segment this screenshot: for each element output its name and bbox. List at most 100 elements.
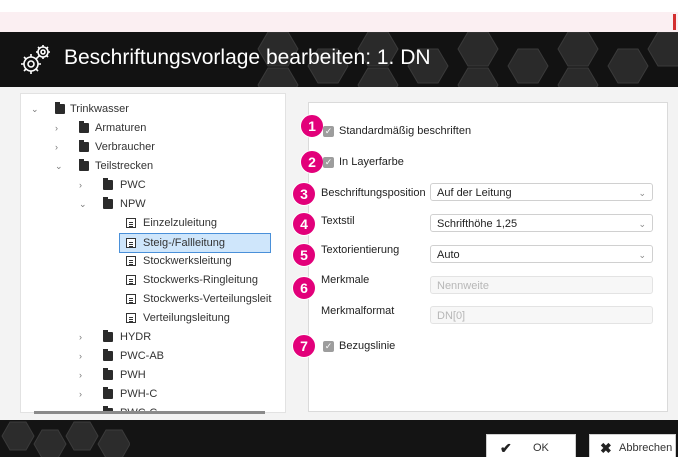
badge-3: 3 [292,182,316,206]
dialog-content: ⌄ Trinkwasser › Armaturen › Verbraucher … [0,87,678,420]
tree-item-label: Steig-/Fallleitung [143,237,225,249]
ok-button[interactable]: ✔ OK [486,434,576,457]
chevron-right-icon[interactable]: › [79,347,89,365]
chevron-down-icon[interactable]: ⌄ [31,100,41,118]
textstil-label: Textstil [321,215,355,227]
badge-7: 7 [292,334,316,358]
chevron-down-icon: ⌄ [638,250,646,260]
chevron-right-icon[interactable]: › [55,119,65,137]
tree-item-label: NPW [120,198,146,210]
tree-item-pwh[interactable]: › PWH [21,366,281,384]
folder-icon [103,178,113,190]
badge-6: 6 [292,276,316,300]
bezugslinie-label: Bezugslinie [339,340,396,352]
cancel-button[interactable]: ✖ Abbrechen [589,434,676,457]
tree-item-verbraucher[interactable]: › Verbraucher [21,138,281,156]
document-icon [126,313,136,323]
tree-item-label: PWH-C [120,388,158,400]
tree-item-pwh-c[interactable]: › PWH-C [21,385,281,403]
folder-icon [103,349,113,361]
chevron-right-icon[interactable]: › [79,176,89,194]
standard-label: Standardmäßig beschriften [339,125,472,137]
tree-item-label: HYDR [120,331,152,343]
tree-item-einzelzuleitung[interactable]: Einzelzuleitung [21,214,281,232]
layerfarbe-label: In Layerfarbe [339,156,404,168]
badge-4: 4 [292,212,316,236]
layerfarbe-checkbox[interactable]: ✓ [323,157,334,168]
textstil-select[interactable]: Schrifthöhe 1,25 ⌄ [430,214,653,232]
settings-panel: 1 ✓ Standardmäßig beschriften 2 ✓ In Lay… [292,93,676,412]
folder-open-icon [103,197,113,209]
folder-icon [103,387,113,399]
tree-item-hydr[interactable]: › HYDR [21,328,281,346]
tree-item-armaturen[interactable]: › Armaturen [21,119,281,137]
tree-item-teilstrecken[interactable]: ⌄ Teilstrecken [21,157,281,175]
top-strip-marker [673,14,676,30]
chevron-down-icon[interactable]: ⌄ [79,195,89,213]
chevron-right-icon[interactable]: › [79,328,89,346]
tree-item-stockwerksleitung[interactable]: Stockwerksleitung [21,252,281,270]
dialog-title: Beschriftungsvorlage bearbeiten: 1. DN [64,46,431,69]
tree-item-npw[interactable]: ⌄ NPW [21,195,281,213]
folder-icon [79,140,89,152]
badge-2: 2 [300,150,324,174]
tree-item-verteilungsleit[interactable]: Stockwerks-Verteilungsleit [21,290,281,308]
horizontal-scrollbar[interactable] [34,411,265,414]
tree-item-label: Trinkwasser [70,103,129,115]
settings-gears-icon [21,45,50,74]
chevron-down-icon: ⌄ [638,219,646,229]
document-icon [126,256,136,266]
orientierung-select[interactable]: Auto ⌄ [430,245,653,263]
folder-icon [79,121,89,133]
merkmale-label: Merkmale [321,274,370,286]
merkmale-value: Nennweite [437,280,489,292]
tree-item-trinkwasser[interactable]: ⌄ Trinkwasser [21,100,281,118]
merkmalformat-field[interactable]: DN[0] [430,306,653,324]
tree-item-label: Einzelzuleitung [143,217,217,229]
dialog-header: Beschriftungsvorlage bearbeiten: 1. DN [0,32,678,87]
tree-panel: ⌄ Trinkwasser › Armaturen › Verbraucher … [20,93,286,413]
dialog-footer: ✔ OK ✖ Abbrechen [0,420,678,457]
tree-item-label: Verteilungsleitung [143,312,230,324]
cancel-label: Abbrechen [619,442,673,454]
ok-label: OK [533,442,549,454]
tree-item-label: Verbraucher [95,141,155,153]
hexagon-pattern [1,421,130,457]
tree-item-label: Armaturen [95,122,147,134]
tree-item-label: PWC [120,179,146,191]
chevron-right-icon[interactable]: › [79,385,89,403]
standard-checkbox[interactable]: ✓ [323,126,334,137]
tree-item-label: PWC-AB [120,350,164,362]
orientierung-value: Auto [437,249,460,261]
tree-item-label: PWH [120,369,146,381]
folder-open-icon [79,159,89,171]
bezugslinie-checkbox[interactable]: ✓ [323,341,334,352]
badge-1: 1 [300,114,324,138]
chevron-down-icon: ⌄ [638,188,646,198]
tree-item-pwc[interactable]: › PWC [21,176,281,194]
badge-5: 5 [292,243,316,267]
close-icon: ✖ [600,440,612,456]
tree-item-pwc-ab[interactable]: › PWC-AB [21,347,281,365]
tree-item-label: Teilstrecken [95,160,154,172]
position-select[interactable]: Auf der Leitung ⌄ [430,183,653,201]
document-icon [126,294,136,304]
tree-item-label: Stockwerks-Ringleitung [143,274,258,286]
chevron-down-icon[interactable]: ⌄ [55,157,65,175]
textstil-value: Schrifthöhe 1,25 [437,218,518,230]
folder-icon [103,330,113,342]
document-icon [126,218,136,228]
folder-open-icon [55,102,65,114]
merkmalformat-label: Merkmalformat [321,305,395,317]
merkmale-field[interactable]: Nennweite [430,276,653,294]
folder-icon [103,368,113,380]
position-label: Beschriftungsposition [321,187,426,199]
top-strip-background [0,12,678,32]
top-strip [0,0,678,32]
chevron-right-icon[interactable]: › [55,138,65,156]
tree-item-label: Stockwerksleitung [143,255,232,267]
tree-item-verteilungsleitung[interactable]: Verteilungsleitung [21,309,281,327]
tree-item-steig-fallleitung[interactable]: Steig-/Fallleitung [119,233,271,253]
tree-item-ringleitung[interactable]: Stockwerks-Ringleitung [21,271,281,289]
chevron-right-icon[interactable]: › [79,366,89,384]
